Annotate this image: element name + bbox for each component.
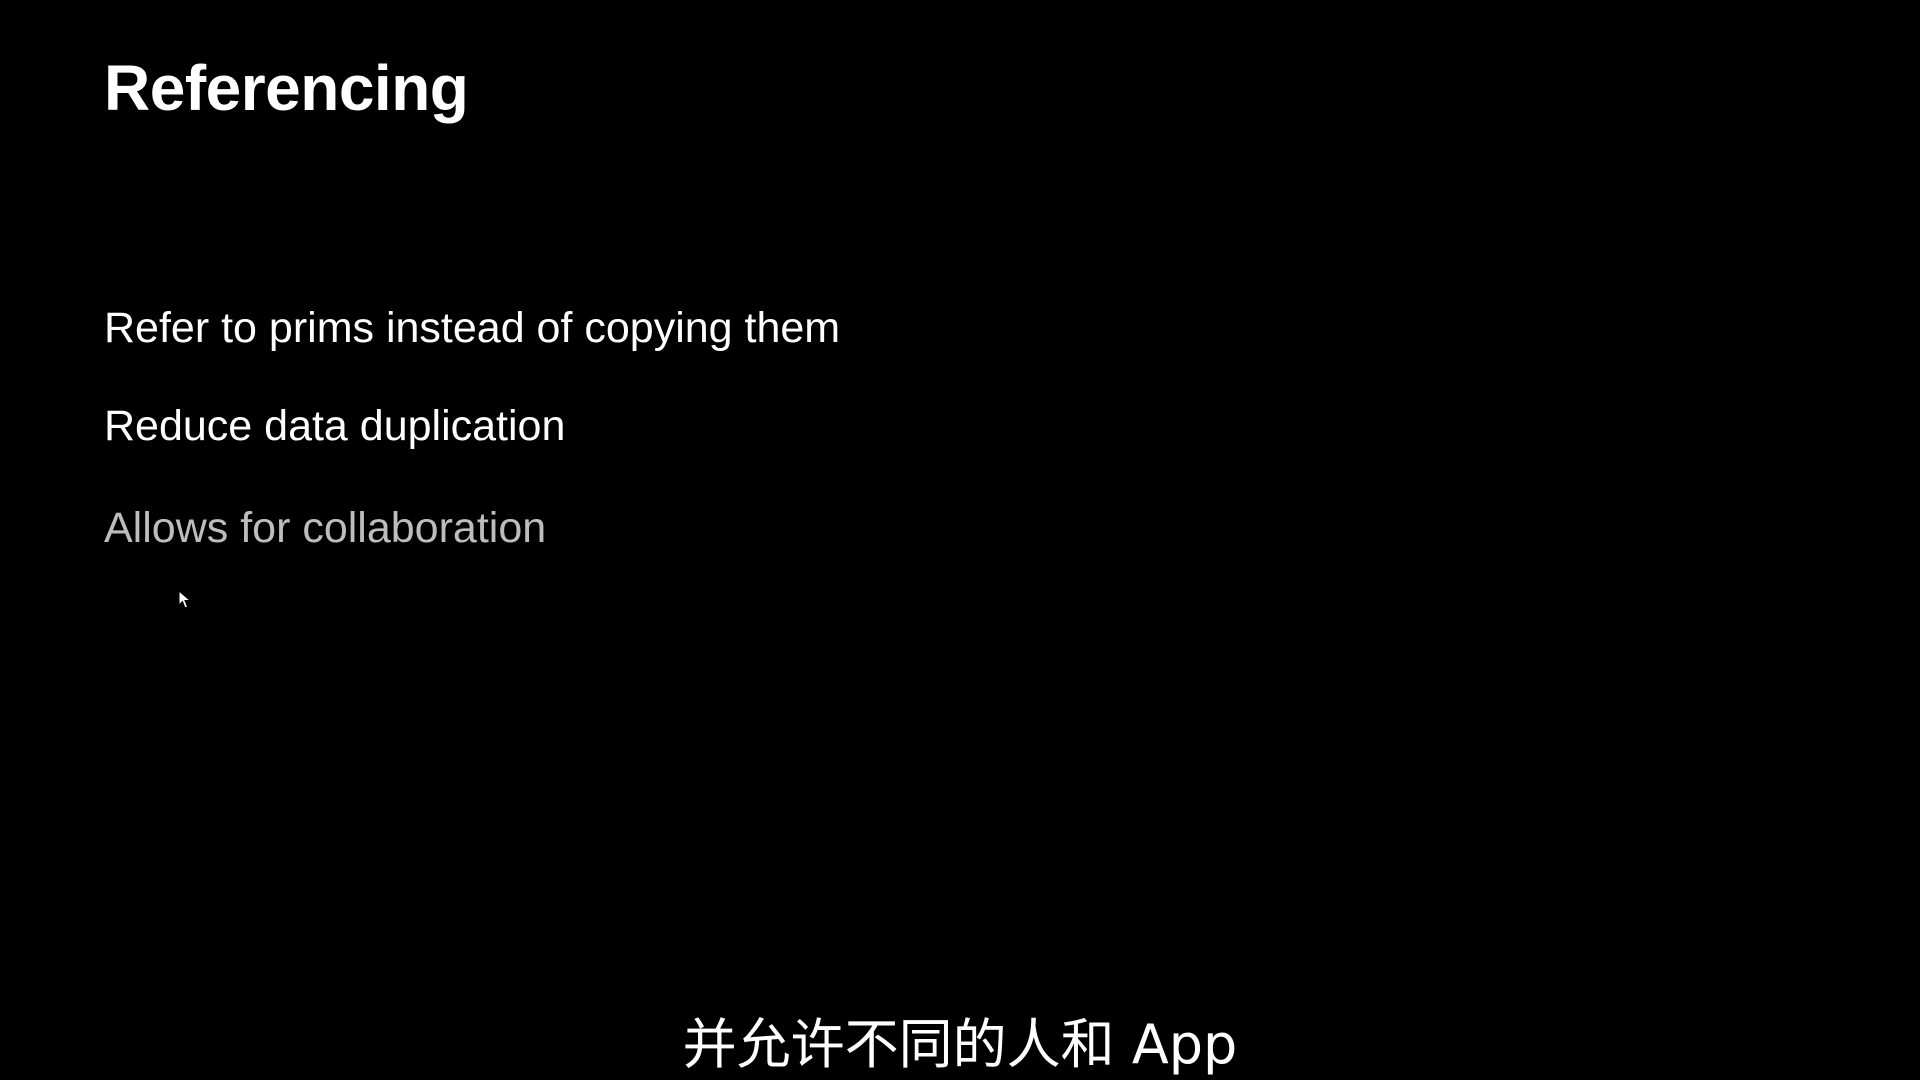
bullet-reduce-duplication: Reduce data duplication xyxy=(104,402,566,450)
video-caption: 并允许不同的人和 App xyxy=(682,1013,1238,1076)
slide-title: Referencing xyxy=(104,52,469,124)
bullet-refer-to-prims: Refer to prims instead of copying them xyxy=(104,304,841,352)
presentation-slide: Referencing Refer to prims instead of co… xyxy=(0,0,1920,1080)
mouse-pointer-icon xyxy=(178,590,192,609)
bullet-allows-collaboration: Allows for collaboration xyxy=(104,504,547,552)
